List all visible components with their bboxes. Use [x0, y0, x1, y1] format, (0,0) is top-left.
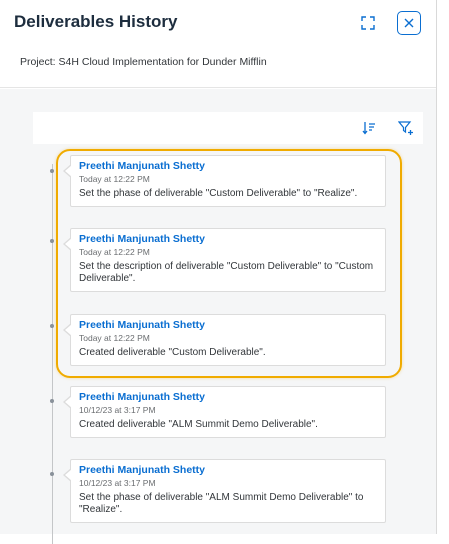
timeline-line: [52, 164, 53, 544]
sort-button[interactable]: [361, 120, 377, 136]
author-link[interactable]: Preethi Manjunath Shetty: [79, 391, 377, 404]
timeline-dot: [50, 324, 54, 328]
entry-timestamp: Today at 12:22 PM: [79, 174, 150, 184]
history-entry: Preethi Manjunath Shetty Today at 12:22 …: [63, 155, 386, 207]
expand-icon: [361, 16, 375, 30]
timeline-dot: [50, 169, 54, 173]
history-toolbar: [33, 112, 423, 144]
entry-message: Created deliverable "Custom Deliverable"…: [79, 347, 266, 358]
history-content: Preethi Manjunath Shetty Today at 12:22 …: [0, 89, 436, 544]
entry-message: Set the phase of deliverable "Custom Del…: [79, 188, 358, 199]
history-entry: Preethi Manjunath Shetty 10/12/23 at 3:1…: [63, 459, 386, 523]
entry-timestamp: 10/12/23 at 3:17 PM: [79, 405, 156, 415]
page-title: Deliverables History: [14, 12, 178, 31]
entry-timestamp: Today at 12:22 PM: [79, 333, 150, 343]
history-entry: Preethi Manjunath Shetty Today at 12:22 …: [63, 314, 386, 366]
timeline-dot: [50, 399, 54, 403]
entry-message: Set the description of deliverable "Cust…: [79, 261, 374, 284]
project-subtitle: Project: S4H Cloud Implementation for Du…: [20, 56, 267, 68]
history-entry: Preethi Manjunath Shetty Today at 12:22 …: [63, 228, 386, 292]
history-entry: Preethi Manjunath Shetty 10/12/23 at 3:1…: [63, 386, 386, 438]
timeline-dot: [50, 472, 54, 476]
author-link[interactable]: Preethi Manjunath Shetty: [79, 160, 377, 173]
entry-timestamp: 10/12/23 at 3:17 PM: [79, 478, 156, 488]
sort-icon: [362, 122, 375, 135]
author-link[interactable]: Preethi Manjunath Shetty: [79, 233, 377, 246]
entry-message: Created deliverable "ALM Summit Demo Del…: [79, 419, 318, 430]
entry-message: Set the phase of deliverable "ALM Summit…: [79, 492, 364, 515]
close-icon: [404, 18, 414, 28]
expand-button[interactable]: [357, 12, 379, 34]
entry-timestamp: Today at 12:22 PM: [79, 247, 150, 257]
timeline-dot: [50, 239, 54, 243]
filter-icon: [398, 121, 413, 135]
author-link[interactable]: Preethi Manjunath Shetty: [79, 319, 377, 332]
filter-button[interactable]: [397, 119, 415, 137]
deliverables-history-panel: Deliverables History Project: S4H Cloud …: [0, 0, 437, 544]
author-link[interactable]: Preethi Manjunath Shetty: [79, 464, 377, 477]
close-button[interactable]: [397, 11, 421, 35]
panel-header: Deliverables History Project: S4H Cloud …: [0, 0, 436, 88]
